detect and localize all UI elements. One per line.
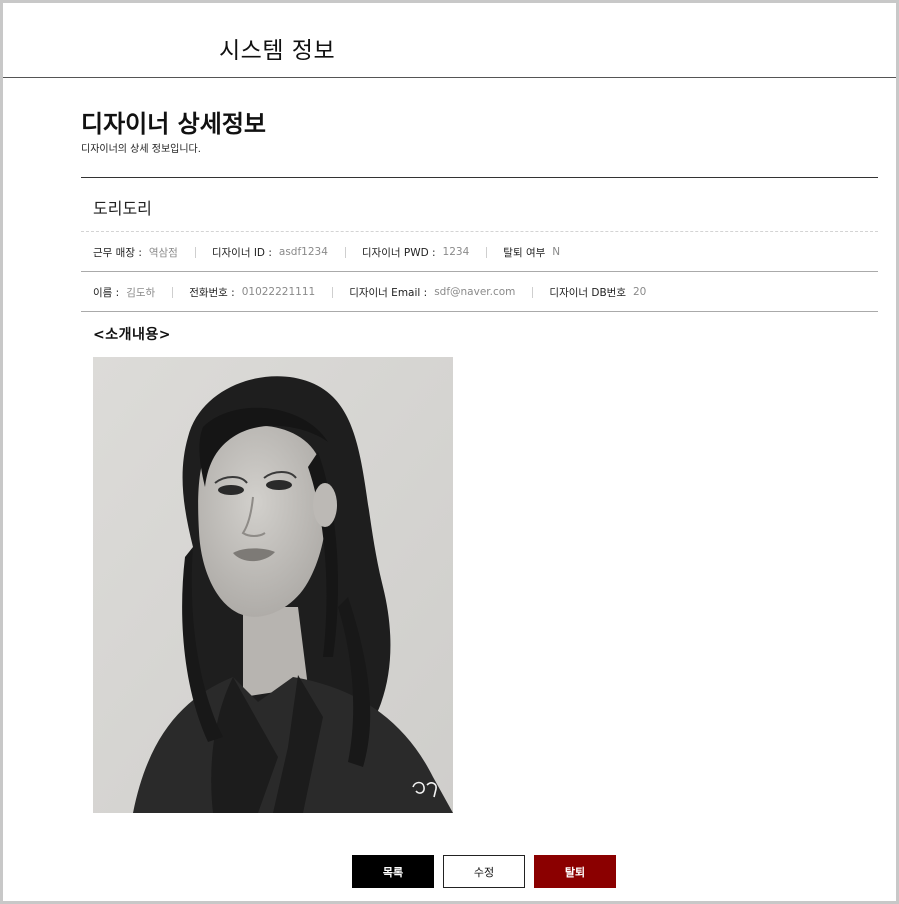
info-phone: 전화번호 : 01022221111 <box>189 285 315 300</box>
info-label: 디자이너 PWD : <box>361 246 436 259</box>
info-value: 01022221111 <box>241 286 316 298</box>
separator <box>532 286 534 298</box>
info-label: 탈퇴 여부 <box>503 246 546 259</box>
info-value: 김도하 <box>126 286 156 299</box>
info-label: 디자이너 DB번호 <box>549 286 626 299</box>
info-label: 전화번호 : <box>189 286 235 299</box>
designer-photo <box>93 357 453 813</box>
info-designer-pwd: 디자이너 PWD : 1234 <box>362 245 469 260</box>
page-subtitle: 디자이너의 상세 정보입니다. <box>81 144 201 155</box>
separator <box>344 246 346 258</box>
info-label: 이름 : <box>93 286 120 299</box>
info-value: 20 <box>633 286 647 298</box>
page-title: 디자이너 상세정보 <box>81 110 266 138</box>
row-divider <box>81 271 878 272</box>
designer-name: 도리도리 <box>93 199 152 218</box>
header: 시스템 정보 <box>3 3 896 78</box>
separator <box>486 246 488 258</box>
section-divider <box>81 177 878 178</box>
info-value: 역삼점 <box>148 246 178 259</box>
edit-button[interactable]: 수정 <box>443 855 525 888</box>
separator <box>172 286 174 298</box>
info-email: 디자이너 Email : sdf@naver.com <box>349 285 515 300</box>
withdraw-button[interactable]: 탈퇴 <box>534 855 616 888</box>
separator <box>194 246 196 258</box>
list-button[interactable]: 목록 <box>352 855 434 888</box>
info-value: N <box>552 246 561 258</box>
info-name: 이름 : 김도하 <box>93 285 155 300</box>
page-frame: 시스템 정보 디자이너 상세정보 디자이너의 상세 정보입니다. 도리도리 근무… <box>0 0 899 904</box>
system-title: 시스템 정보 <box>219 38 336 64</box>
info-withdrawn: 탈퇴 여부 N <box>503 245 560 260</box>
info-value: 1234 <box>442 246 470 258</box>
info-row-2: 이름 : 김도하 전화번호 : 01022221111 디자이너 Email :… <box>93 283 646 301</box>
info-label: 디자이너 ID : <box>211 246 272 259</box>
separator <box>332 286 334 298</box>
info-row-1: 근무 매장 : 역삼점 디자이너 ID : asdf1234 디자이너 PWD … <box>93 243 560 261</box>
intro-heading: <소개내용> <box>93 327 171 343</box>
info-designer-id: 디자이너 ID : asdf1234 <box>212 245 328 260</box>
info-store: 근무 매장 : 역삼점 <box>93 245 178 260</box>
info-db-number: 디자이너 DB번호 20 <box>549 285 646 300</box>
row-divider <box>81 311 878 312</box>
info-value: sdf@naver.com <box>434 286 516 298</box>
dashed-divider <box>81 231 878 232</box>
action-buttons: 목록 수정 탈퇴 <box>352 855 616 888</box>
info-value: asdf1234 <box>278 246 328 258</box>
info-label: 근무 매장 : <box>93 246 142 259</box>
info-label: 디자이너 Email : <box>349 286 428 299</box>
